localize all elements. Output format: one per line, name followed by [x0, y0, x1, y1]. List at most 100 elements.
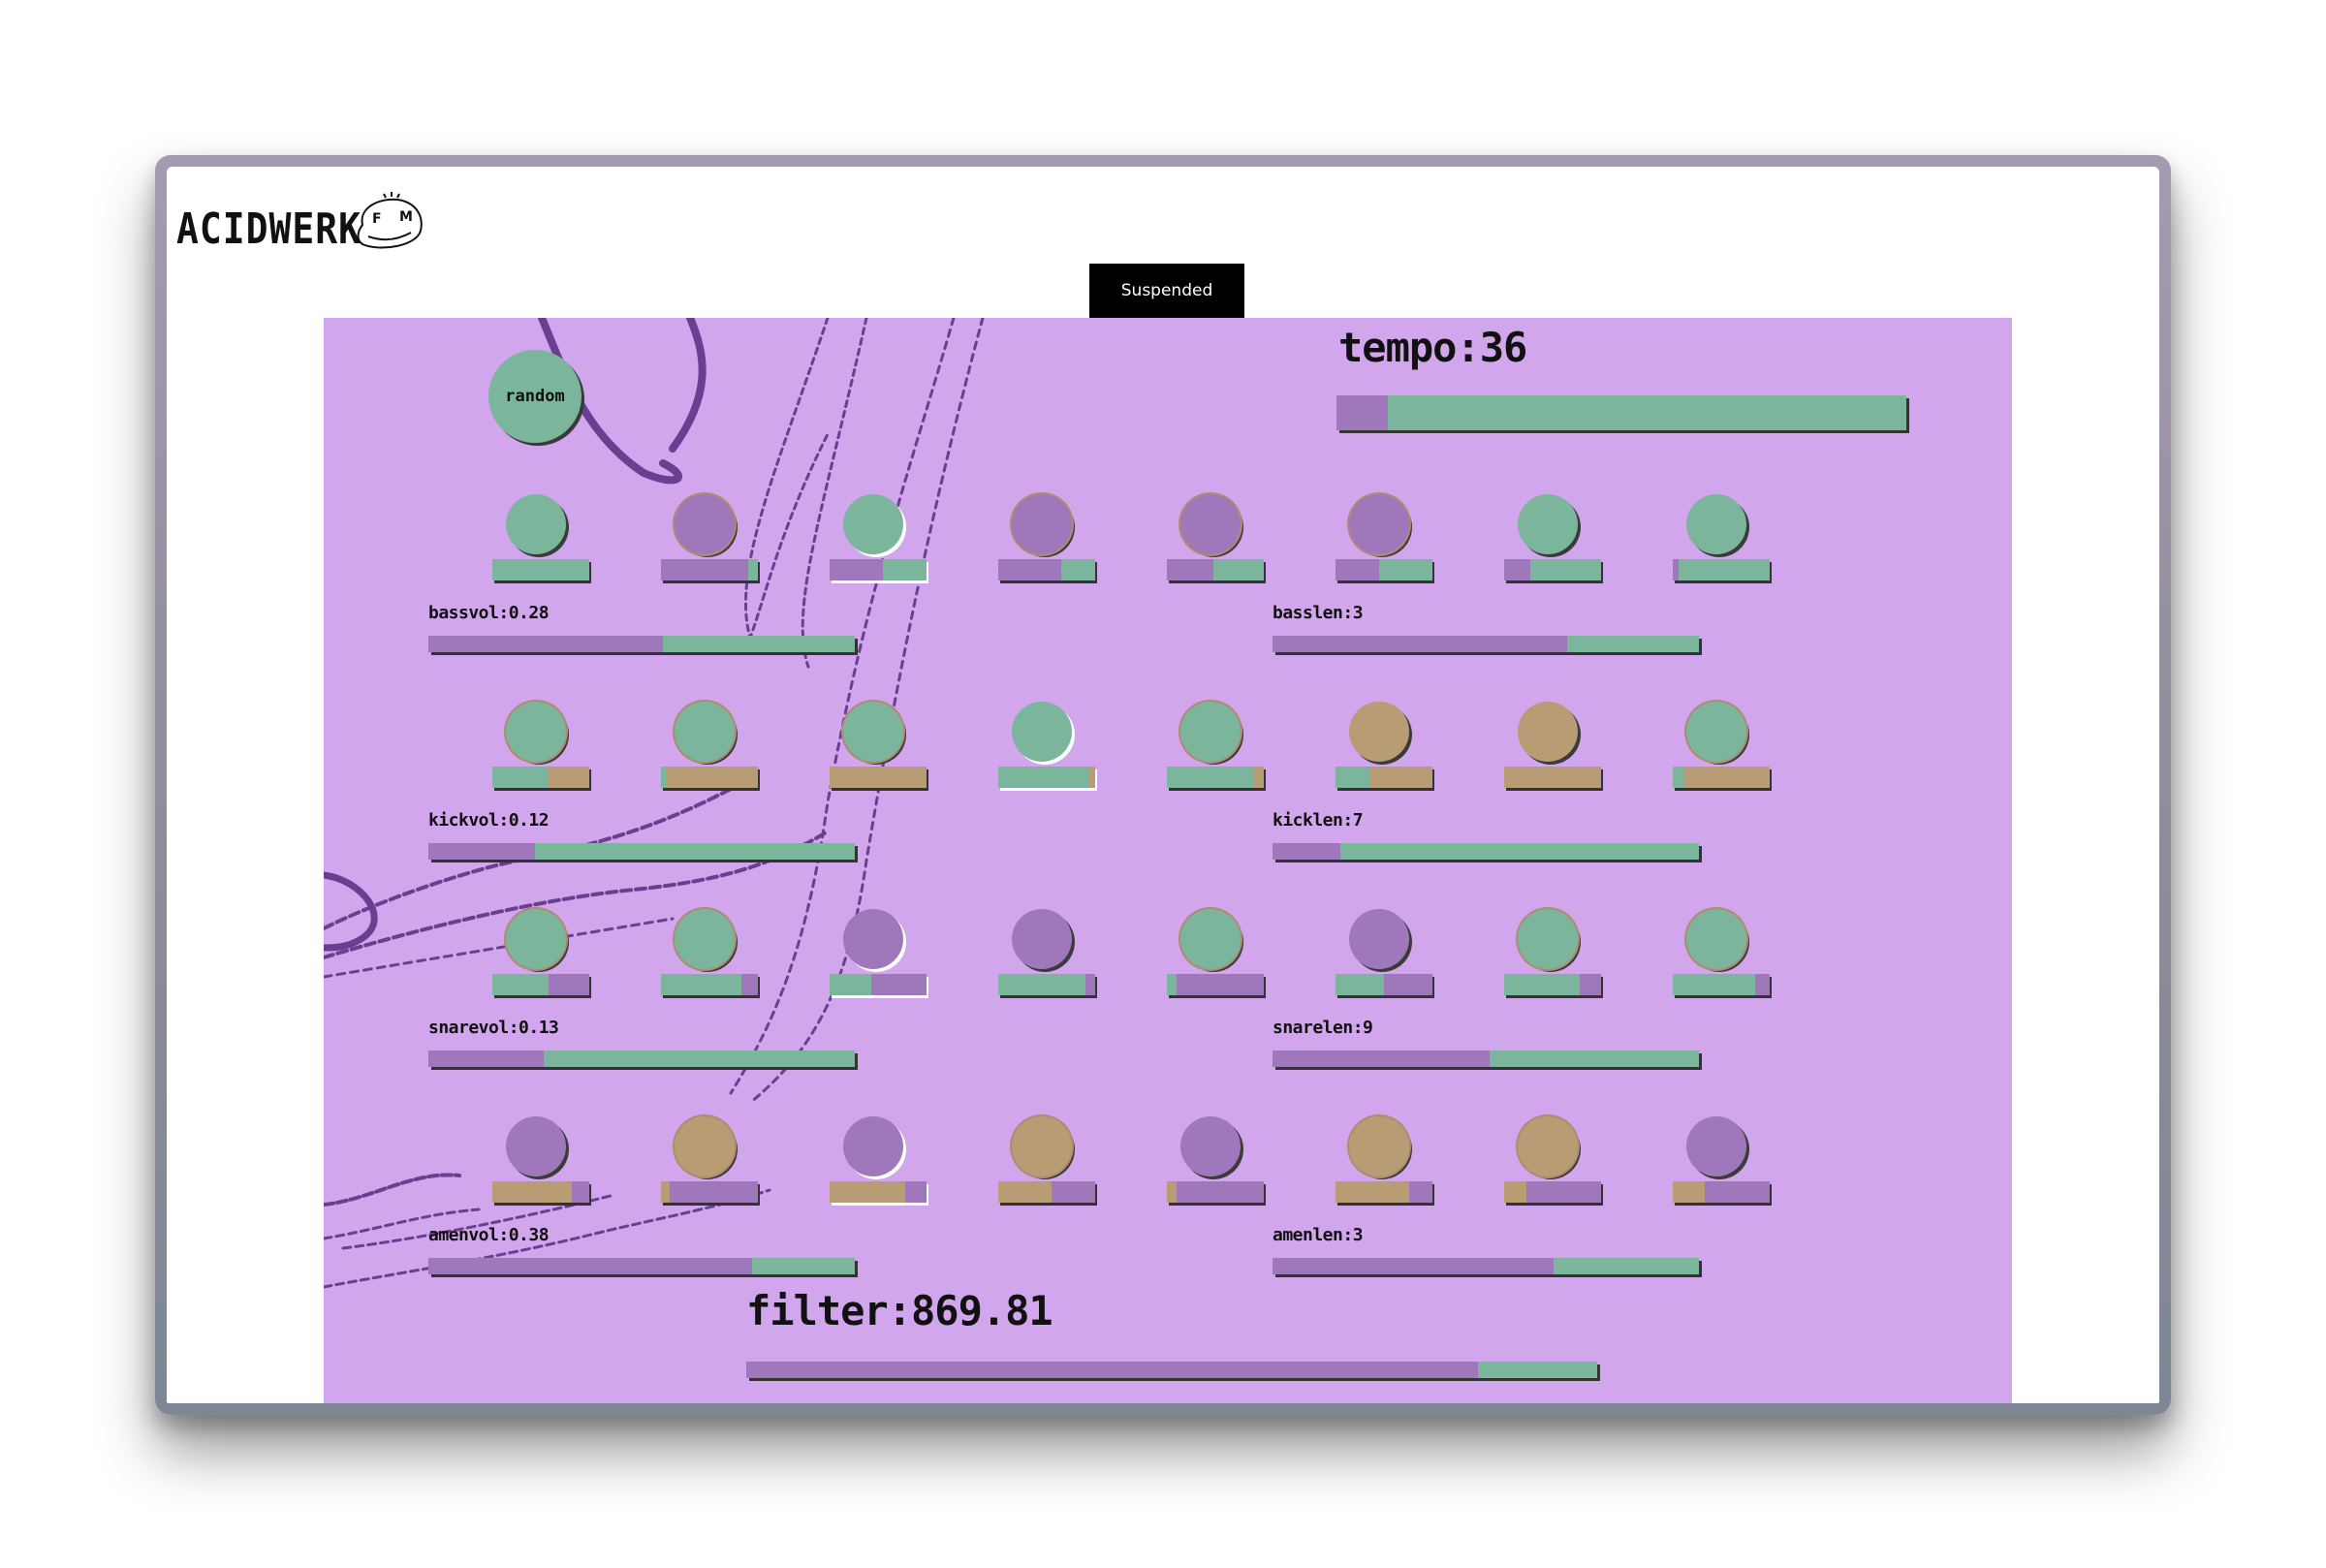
- suspended-status-button[interactable]: Suspended: [1089, 264, 1244, 318]
- bass-step-4[interactable]: [998, 494, 1105, 591]
- amen-step-slider[interactable]: [998, 1181, 1095, 1203]
- amen-step-knob[interactable]: [1518, 1116, 1578, 1176]
- amen-step-4[interactable]: [998, 1116, 1105, 1213]
- snare-step-knob[interactable]: [506, 909, 566, 969]
- amen-step-slider[interactable]: [1504, 1181, 1601, 1203]
- snare-step-7[interactable]: [1504, 909, 1611, 1006]
- kick-step-slider[interactable]: [492, 767, 589, 788]
- bass-step-knob[interactable]: [1012, 494, 1072, 554]
- kick-step-1[interactable]: [492, 702, 599, 799]
- bass-step-knob[interactable]: [1180, 494, 1241, 554]
- bass-step-3[interactable]: [830, 494, 936, 591]
- snare-step-slider[interactable]: [1336, 974, 1432, 995]
- amen-step-knob[interactable]: [843, 1116, 903, 1176]
- amen-step-8[interactable]: [1673, 1116, 1779, 1213]
- kick-step-slider[interactable]: [830, 767, 927, 788]
- snare-step-1[interactable]: [492, 909, 599, 1006]
- snare-step-knob[interactable]: [1686, 909, 1746, 969]
- kick-step-slider[interactable]: [1504, 767, 1601, 788]
- snare-step-knob[interactable]: [675, 909, 735, 969]
- bass-step-knob[interactable]: [506, 494, 566, 554]
- kick-step-knob[interactable]: [1518, 702, 1578, 762]
- kick-step-7[interactable]: [1504, 702, 1611, 799]
- bass-step-7[interactable]: [1504, 494, 1611, 591]
- snare-step-knob[interactable]: [1349, 909, 1409, 969]
- kick-step-5[interactable]: [1167, 702, 1273, 799]
- random-button[interactable]: random: [488, 350, 582, 443]
- amen-step-slider[interactable]: [1673, 1181, 1770, 1203]
- snare-step-6[interactable]: [1336, 909, 1442, 1006]
- bass-step-slider[interactable]: [492, 559, 589, 580]
- kick-step-knob[interactable]: [1349, 702, 1409, 762]
- amen-step-knob[interactable]: [675, 1116, 735, 1176]
- bass-step-1[interactable]: [492, 494, 599, 591]
- filter-slider[interactable]: [746, 1362, 1597, 1378]
- kick-len-slider[interactable]: [1273, 843, 1699, 860]
- bass-step-slider[interactable]: [1336, 559, 1432, 580]
- snare-step-slider[interactable]: [1167, 974, 1264, 995]
- amen-step-7[interactable]: [1504, 1116, 1611, 1213]
- amen-step-slider[interactable]: [661, 1181, 758, 1203]
- kick-step-knob[interactable]: [1686, 702, 1746, 762]
- bass-vol-slider[interactable]: [428, 636, 855, 652]
- bass-step-slider[interactable]: [830, 559, 927, 580]
- kick-step-slider[interactable]: [661, 767, 758, 788]
- bass-step-knob[interactable]: [843, 494, 903, 554]
- kick-step-slider[interactable]: [1167, 767, 1264, 788]
- amen-step-knob[interactable]: [1180, 1116, 1241, 1176]
- snare-step-slider[interactable]: [830, 974, 927, 995]
- amen-step-slider[interactable]: [1167, 1181, 1264, 1203]
- amen-step-2[interactable]: [661, 1116, 768, 1213]
- kick-step-knob[interactable]: [843, 702, 903, 762]
- kick-step-6[interactable]: [1336, 702, 1442, 799]
- bass-len-slider[interactable]: [1273, 636, 1699, 652]
- amen-step-knob[interactable]: [506, 1116, 566, 1176]
- kick-step-knob[interactable]: [1180, 702, 1241, 762]
- amen-step-slider[interactable]: [1336, 1181, 1432, 1203]
- kick-step-2[interactable]: [661, 702, 768, 799]
- kick-step-8[interactable]: [1673, 702, 1779, 799]
- amen-step-slider[interactable]: [492, 1181, 589, 1203]
- amen-step-knob[interactable]: [1686, 1116, 1746, 1176]
- amen-vol-slider[interactable]: [428, 1258, 855, 1274]
- snare-vol-slider[interactable]: [428, 1051, 855, 1067]
- snare-len-slider[interactable]: [1273, 1051, 1699, 1067]
- snare-step-knob[interactable]: [843, 909, 903, 969]
- amen-step-knob[interactable]: [1349, 1116, 1409, 1176]
- kick-step-4[interactable]: [998, 702, 1105, 799]
- kick-step-3[interactable]: [830, 702, 936, 799]
- bass-step-2[interactable]: [661, 494, 768, 591]
- bass-step-slider[interactable]: [661, 559, 758, 580]
- kick-step-knob[interactable]: [1012, 702, 1072, 762]
- snare-step-8[interactable]: [1673, 909, 1779, 1006]
- snare-step-knob[interactable]: [1012, 909, 1072, 969]
- bass-step-knob[interactable]: [1349, 494, 1409, 554]
- tempo-slider[interactable]: [1336, 395, 1906, 430]
- bass-step-slider[interactable]: [1167, 559, 1264, 580]
- snare-step-4[interactable]: [998, 909, 1105, 1006]
- amen-len-slider[interactable]: [1273, 1258, 1699, 1274]
- kick-step-knob[interactable]: [675, 702, 735, 762]
- bass-step-slider[interactable]: [998, 559, 1095, 580]
- amen-step-slider[interactable]: [830, 1181, 927, 1203]
- snare-step-knob[interactable]: [1518, 909, 1578, 969]
- snare-step-slider[interactable]: [1504, 974, 1601, 995]
- snare-step-slider[interactable]: [1673, 974, 1770, 995]
- snare-step-knob[interactable]: [1180, 909, 1241, 969]
- bass-step-knob[interactable]: [675, 494, 735, 554]
- bass-step-slider[interactable]: [1504, 559, 1601, 580]
- amen-step-6[interactable]: [1336, 1116, 1442, 1213]
- kick-step-slider[interactable]: [998, 767, 1095, 788]
- snare-step-slider[interactable]: [998, 974, 1095, 995]
- amen-step-1[interactable]: [492, 1116, 599, 1213]
- kick-step-slider[interactable]: [1673, 767, 1770, 788]
- snare-step-5[interactable]: [1167, 909, 1273, 1006]
- bass-step-slider[interactable]: [1673, 559, 1770, 580]
- amen-step-5[interactable]: [1167, 1116, 1273, 1213]
- kick-step-knob[interactable]: [506, 702, 566, 762]
- bass-step-5[interactable]: [1167, 494, 1273, 591]
- bass-step-knob[interactable]: [1686, 494, 1746, 554]
- bass-step-8[interactable]: [1673, 494, 1779, 591]
- kick-vol-slider[interactable]: [428, 843, 855, 860]
- bass-step-knob[interactable]: [1518, 494, 1578, 554]
